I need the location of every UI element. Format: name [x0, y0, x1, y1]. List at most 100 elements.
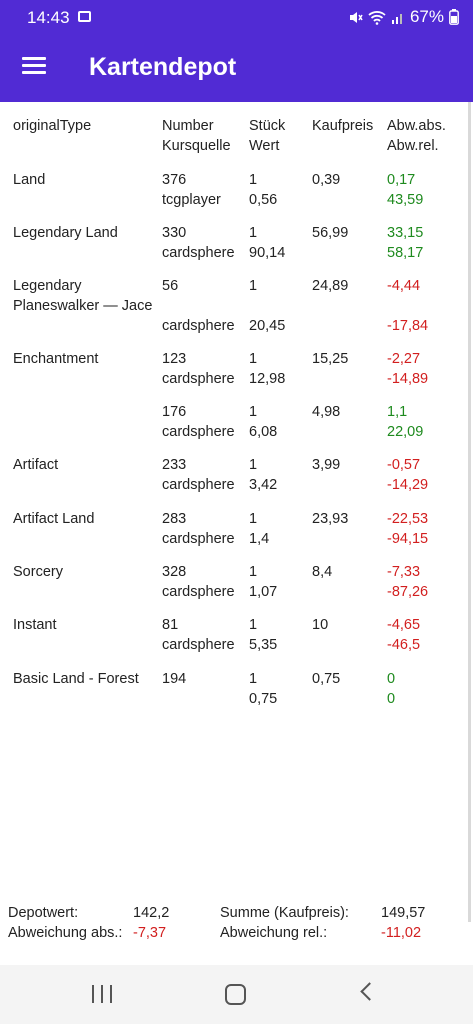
abs-cell: 0 — [387, 671, 396, 687]
type-cell: Legendary Planeswalker — Jace — [13, 278, 153, 314]
count-cell: 1 — [249, 671, 258, 687]
abw-abs-label: Abweichung abs.: — [8, 925, 123, 941]
battery-percent: 67% — [409, 7, 444, 26]
rel-cell: -14,89 — [387, 371, 429, 387]
rel-cell: -46,5 — [387, 637, 421, 653]
abw-abs-value: -7,37 — [133, 925, 167, 941]
price-cell: 10 — [312, 617, 329, 633]
rel-cell: -17,84 — [387, 318, 429, 334]
rel-cell: -94,15 — [387, 531, 429, 547]
abs-cell: 33,15 — [387, 225, 424, 241]
source-cell: cardsphere — [162, 371, 235, 387]
price-cell: 56,99 — [312, 225, 349, 241]
source-cell: cardsphere — [162, 424, 235, 440]
value-cell: 1,4 — [249, 531, 270, 547]
summe-value: 149,57 — [381, 905, 426, 921]
type-cell: Enchantment — [13, 351, 99, 367]
price-cell: 8,4 — [312, 564, 333, 580]
abs-cell: 1,1 — [387, 404, 408, 420]
count-cell: 1 — [249, 511, 258, 527]
count-cell: 1 — [249, 404, 258, 420]
price-cell: 24,89 — [312, 278, 349, 294]
value-cell: 20,45 — [249, 318, 286, 334]
value-cell: 12,98 — [249, 371, 286, 387]
number-cell: 123 — [162, 351, 187, 367]
abs-cell: 0,17 — [387, 172, 416, 188]
app-bar: Kartendepot — [0, 33, 473, 102]
source-cell: cardsphere — [162, 531, 235, 547]
home-icon[interactable] — [225, 984, 246, 1005]
value-cell: 5,35 — [249, 637, 278, 653]
type-cell: Instant — [13, 617, 57, 633]
value-cell: 1,07 — [249, 584, 278, 600]
value-cell: 0,75 — [249, 691, 278, 707]
abw-rel-label: Abweichung rel.: — [220, 925, 328, 941]
rel-cell: -14,29 — [387, 477, 429, 493]
source-cell: cardsphere — [162, 477, 235, 493]
value-cell: 90,14 — [249, 245, 286, 261]
count-cell: 1 — [249, 172, 258, 188]
back-icon[interactable] — [360, 982, 379, 1001]
abw-rel-value: -11,02 — [381, 925, 422, 941]
type-cell: Artifact Land — [13, 511, 95, 527]
battery-icon — [449, 9, 459, 25]
abs-cell: -0,57 — [387, 457, 421, 473]
source-cell: cardsphere — [162, 637, 235, 653]
number-cell: 376 — [162, 172, 187, 188]
page-title: Kartendepot — [89, 53, 237, 81]
image-icon — [78, 11, 91, 22]
rel-cell: -87,26 — [387, 584, 429, 600]
count-cell: 1 — [249, 457, 258, 473]
depotwert-label: Depotwert: — [8, 905, 79, 921]
price-cell: 4,98 — [312, 404, 341, 420]
value-cell: 6,08 — [249, 424, 278, 440]
rel-cell: 43,59 — [387, 192, 424, 208]
count-cell: 1 — [249, 225, 258, 241]
source-cell: cardsphere — [162, 318, 235, 334]
header-count-value: Stück Wert — [249, 118, 286, 154]
status-icons: 67% — [348, 7, 459, 27]
source-cell: cardsphere — [162, 245, 235, 261]
source-cell: cardsphere — [162, 584, 235, 600]
count-cell: 1 — [249, 617, 258, 633]
mute-icon — [349, 11, 363, 23]
number-cell: 176 — [162, 404, 187, 420]
number-cell: 56 — [162, 278, 179, 294]
abs-cell: -4,44 — [387, 278, 421, 294]
header-original-type: originalType — [13, 118, 92, 134]
number-cell: 328 — [162, 564, 187, 580]
price-cell: 3,99 — [312, 457, 341, 473]
count-cell: 1 — [249, 564, 258, 580]
source-cell: tcgplayer — [162, 192, 221, 208]
scrollbar[interactable] — [468, 102, 471, 922]
number-cell: 194 — [162, 671, 187, 687]
value-cell: 3,42 — [249, 477, 278, 493]
header-purchase-price: Kaufpreis — [312, 118, 374, 134]
type-cell: Sorcery — [13, 564, 63, 580]
status-time: 14:43 — [27, 8, 70, 27]
number-cell: 330 — [162, 225, 187, 241]
wifi-icon — [368, 10, 386, 25]
number-cell: 283 — [162, 511, 187, 527]
type-cell: Basic Land - Forest — [13, 671, 139, 687]
price-cell: 0,39 — [312, 172, 341, 188]
abs-cell: -2,27 — [387, 351, 421, 367]
abs-cell: -7,33 — [387, 564, 421, 580]
count-cell: 1 — [249, 351, 258, 367]
rel-cell: 58,17 — [387, 245, 424, 261]
value-cell: 0,56 — [249, 192, 278, 208]
price-cell: 0,75 — [312, 671, 341, 687]
hamburger-menu-icon[interactable] — [22, 57, 48, 77]
price-cell: 23,93 — [312, 511, 349, 527]
summe-label: Summe (Kaufpreis): — [220, 905, 349, 921]
price-cell: 15,25 — [312, 351, 349, 367]
type-cell: Land — [13, 172, 46, 188]
abs-cell: -4,65 — [387, 617, 421, 633]
type-cell: Artifact — [13, 457, 59, 473]
abs-cell: -22,53 — [387, 511, 429, 527]
rel-cell: 22,09 — [387, 424, 424, 440]
header-number-source: Number Kursquelle — [162, 118, 231, 154]
number-cell: 233 — [162, 457, 187, 473]
depotwert-value: 142,2 — [133, 905, 170, 921]
recents-icon[interactable] — [92, 985, 112, 1003]
